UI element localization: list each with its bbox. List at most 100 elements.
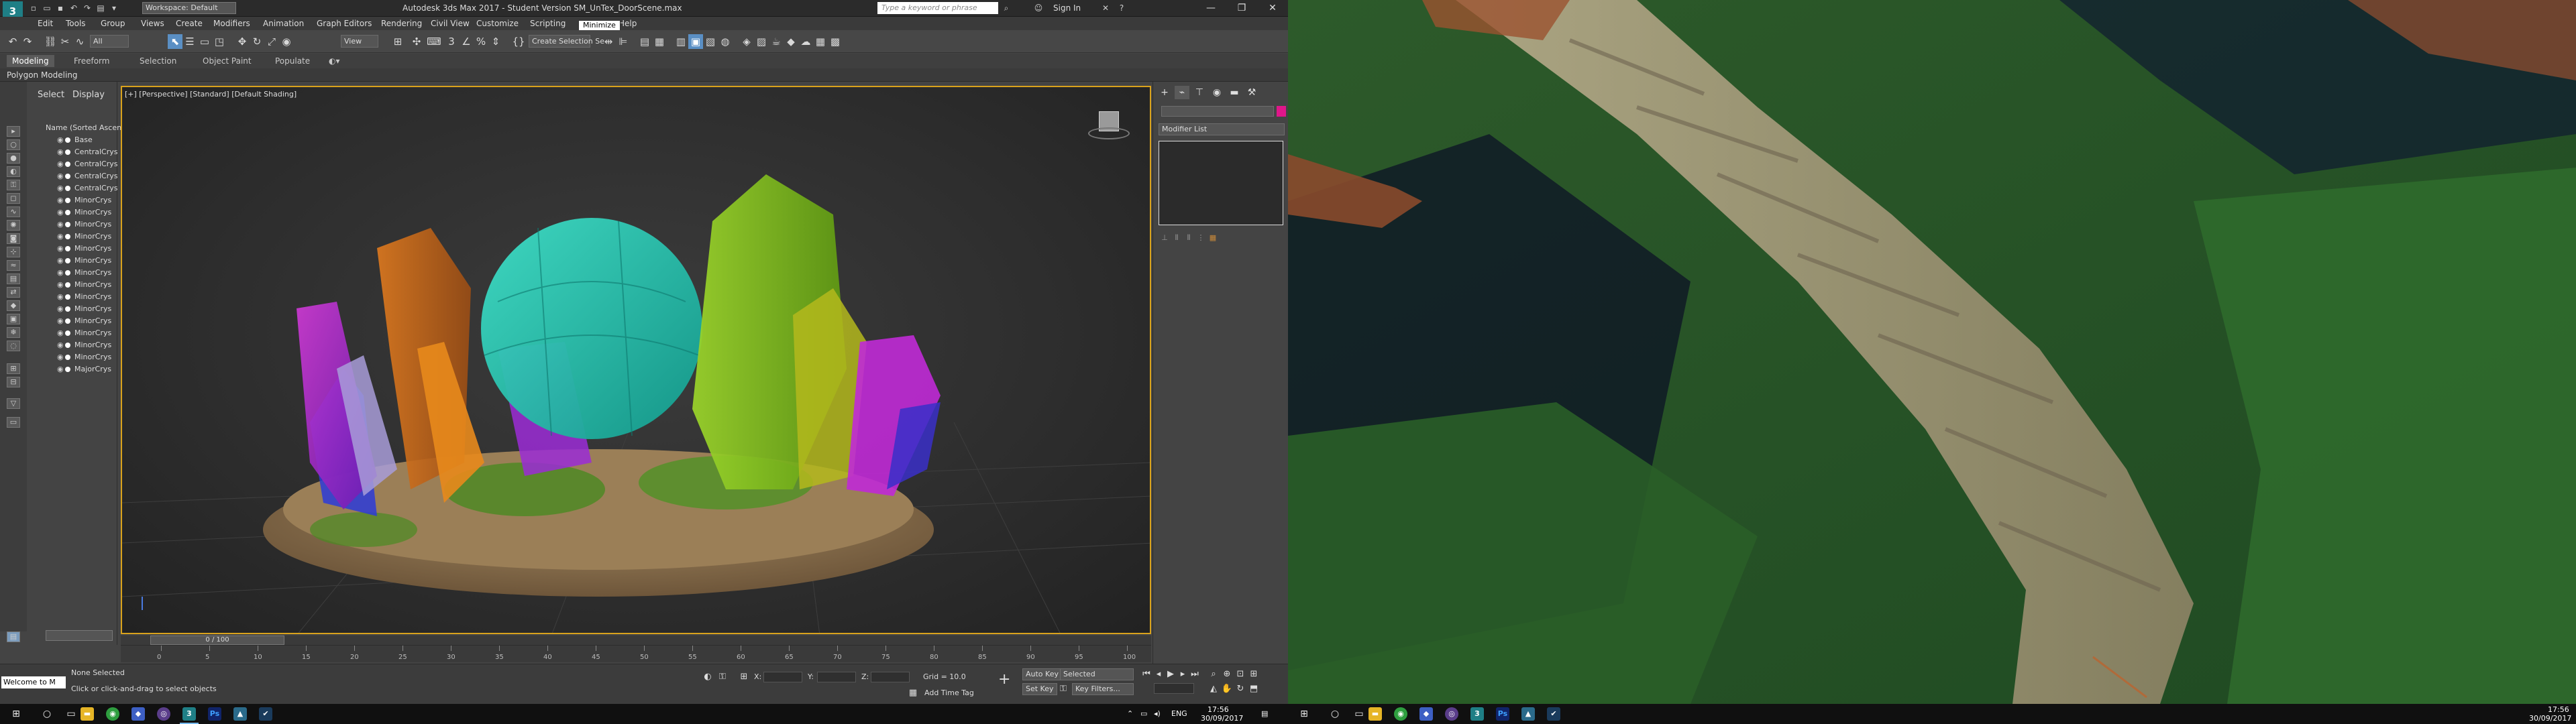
field-of-view-icon[interactable]: ◭ xyxy=(1208,683,1220,695)
zoom-extents-all-icon[interactable]: ⊞ xyxy=(1248,668,1260,680)
schematic-view-icon[interactable]: ▧ xyxy=(703,34,718,49)
steam-icon[interactable]: ✔ xyxy=(1547,707,1560,721)
orbit-icon[interactable]: ↻ xyxy=(1234,683,1246,695)
motion-tab-icon[interactable]: ◉ xyxy=(1210,86,1224,99)
visibility-eye-icon[interactable]: ◉ xyxy=(57,147,64,156)
current-frame-field[interactable] xyxy=(1154,683,1194,694)
task-view-icon[interactable]: ▭ xyxy=(1352,707,1366,721)
go-to-start-icon[interactable]: ⏮ xyxy=(1140,668,1152,680)
hierarchy-tab-icon[interactable]: ⊤ xyxy=(1192,86,1207,99)
next-frame-icon[interactable]: ▸ xyxy=(1177,668,1189,680)
chrome-icon[interactable]: ◉ xyxy=(1394,707,1407,721)
keyword-search-input[interactable]: Type a keyword or phrase xyxy=(877,2,998,14)
list-item[interactable]: ◉ MinorCrys xyxy=(57,292,111,303)
window-crossing-icon[interactable]: ◳ xyxy=(212,34,227,49)
absolute-mode-icon[interactable]: ⊞ xyxy=(738,671,750,683)
key-filters-button[interactable]: Key Filters... xyxy=(1072,683,1134,695)
toggle-ribbon-icon[interactable]: ▥ xyxy=(674,34,688,49)
filter-frozen-icon[interactable]: ❄ xyxy=(7,327,20,338)
app-icon[interactable]: ▲ xyxy=(1521,707,1535,721)
exchange-icon[interactable]: ✕ xyxy=(1100,3,1111,13)
time-slider-handle[interactable]: 0 / 100 xyxy=(150,636,284,645)
selection-lock-icon[interactable]: ⚿ xyxy=(716,671,729,683)
list-item[interactable]: ◉ CentralCrys xyxy=(57,147,118,158)
a360-gallery-icon[interactable]: ▦ xyxy=(813,34,828,49)
name-column-header[interactable]: Name (Sorted Ascen xyxy=(46,123,121,132)
go-to-end-icon[interactable]: ⏭ xyxy=(1189,668,1201,680)
display-tab-icon[interactable]: ▬ xyxy=(1227,86,1242,99)
toggle-scene-explorer-icon[interactable]: ▤ xyxy=(637,34,652,49)
save-file-icon[interactable]: ▪ xyxy=(55,3,66,13)
search-icon[interactable]: ○ xyxy=(1328,707,1342,721)
reference-coordinate-dropdown[interactable]: View xyxy=(341,35,378,48)
list-item[interactable]: ◉ MinorCrys xyxy=(57,268,111,279)
clock-date[interactable]: 30/09/2017 xyxy=(2529,714,2571,723)
chrome-icon[interactable]: ◉ xyxy=(106,707,119,721)
visibility-eye-icon[interactable]: ◉ xyxy=(57,316,64,325)
photoshop-icon[interactable]: Ps xyxy=(208,707,221,721)
perspective-viewport[interactable]: [+] [Perspective] [Standard] [Default Sh… xyxy=(121,86,1151,634)
explorer-filter-icon[interactable]: ▽ xyxy=(7,398,20,409)
clock-date[interactable]: 30/09/2017 xyxy=(1201,714,1243,723)
menu-rendering[interactable]: Rendering xyxy=(381,19,422,28)
filter-space-warps-icon[interactable]: ≈ xyxy=(7,260,20,271)
list-item[interactable]: ◉ MajorCrys xyxy=(57,365,111,375)
ribbon-options-icon[interactable]: ◐▾ xyxy=(329,56,340,66)
network-icon[interactable]: ▭ xyxy=(1140,709,1147,718)
object-name-field[interactable] xyxy=(1161,106,1274,117)
filter-lights-icon[interactable]: ✺ xyxy=(7,220,20,231)
visibility-eye-icon[interactable]: ◉ xyxy=(57,365,64,373)
visibility-eye-icon[interactable]: ◉ xyxy=(57,135,64,144)
filter-xrefs-icon[interactable]: ⇄ xyxy=(7,287,20,298)
utilities-tab-icon[interactable]: ⚒ xyxy=(1244,86,1259,99)
angle-snap-icon[interactable]: ∠ xyxy=(459,34,474,49)
explorer-select-tab[interactable]: Select xyxy=(38,90,64,100)
list-item[interactable]: ◉ MinorCrys xyxy=(57,328,111,339)
selection-filter-dropdown[interactable]: All xyxy=(90,35,129,48)
mirror-icon[interactable]: ⇹ xyxy=(601,34,616,49)
list-item[interactable]: ◉ CentralCrys xyxy=(57,184,118,194)
modifier-stack[interactable] xyxy=(1159,141,1283,225)
workspace-dropdown[interactable]: Workspace: Default xyxy=(142,2,236,14)
select-by-name-icon[interactable]: ☰ xyxy=(182,34,197,49)
render-setup-icon[interactable]: ◈ xyxy=(739,34,754,49)
list-item[interactable]: ◉ MinorCrys xyxy=(57,232,111,243)
notifications-icon[interactable]: ▤ xyxy=(1261,709,1268,718)
select-rotate-icon[interactable]: ↻ xyxy=(250,34,264,49)
keyboard-shortcut-toggle-icon[interactable]: ⌨ xyxy=(427,34,441,49)
visibility-eye-icon[interactable]: ◉ xyxy=(57,353,64,361)
display-children-icon[interactable]: ⊞ xyxy=(7,363,20,374)
bind-space-warp-icon[interactable]: ∿ xyxy=(72,34,87,49)
visibility-eye-icon[interactable]: ◉ xyxy=(57,280,64,289)
list-item[interactable]: ◉ CentralCrys xyxy=(57,172,118,182)
clock-time[interactable]: 17:56 xyxy=(1208,705,1229,714)
time-tag-icon[interactable]: ▦ xyxy=(907,687,919,699)
polygon-modeling-label[interactable]: Polygon Modeling xyxy=(7,70,78,80)
visibility-eye-icon[interactable]: ◉ xyxy=(57,232,64,241)
modifier-list-dropdown[interactable]: Modifier List xyxy=(1159,123,1285,135)
visibility-eye-icon[interactable]: ◉ xyxy=(57,220,64,229)
toggle-layer-explorer-icon[interactable]: ▦ xyxy=(652,34,667,49)
list-item[interactable]: ◉ MinorCrys xyxy=(57,220,111,231)
list-item[interactable]: ◉ MinorCrys xyxy=(57,256,111,267)
percent-snap-icon[interactable]: % xyxy=(474,34,488,49)
visibility-eye-icon[interactable]: ◉ xyxy=(57,292,64,301)
close-button[interactable]: ✕ xyxy=(1257,0,1288,17)
search-icon[interactable]: ⌕ xyxy=(1001,3,1012,13)
modify-tab-icon[interactable]: ⌁ xyxy=(1175,86,1189,99)
visibility-eye-icon[interactable]: ◉ xyxy=(57,256,64,265)
viewport-label-menu[interactable]: [+] [Perspective] [Standard] [Default Sh… xyxy=(125,90,297,99)
pivot-center-icon[interactable]: ⊞ xyxy=(390,34,405,49)
filter-cameras-icon[interactable]: ◙ xyxy=(7,233,20,244)
desktop-wallpaper[interactable] xyxy=(1288,0,2576,704)
zoom-all-icon[interactable]: ⊕ xyxy=(1221,668,1233,680)
list-item[interactable]: ◉ MinorCrys xyxy=(57,280,111,291)
time-slider[interactable]: 0 / 100 xyxy=(121,636,1151,645)
open-autodesk-a360-icon[interactable]: ▩ xyxy=(828,34,843,49)
align-icon[interactable]: ⊫ xyxy=(616,34,631,49)
undo-icon[interactable]: ↶ xyxy=(5,34,20,49)
project-folder-icon[interactable]: ▤ xyxy=(95,3,106,13)
menu-graph-editors[interactable]: Graph Editors xyxy=(317,19,372,28)
visibility-eye-icon[interactable]: ◉ xyxy=(57,184,64,192)
open-file-icon[interactable]: ▭ xyxy=(42,3,52,13)
